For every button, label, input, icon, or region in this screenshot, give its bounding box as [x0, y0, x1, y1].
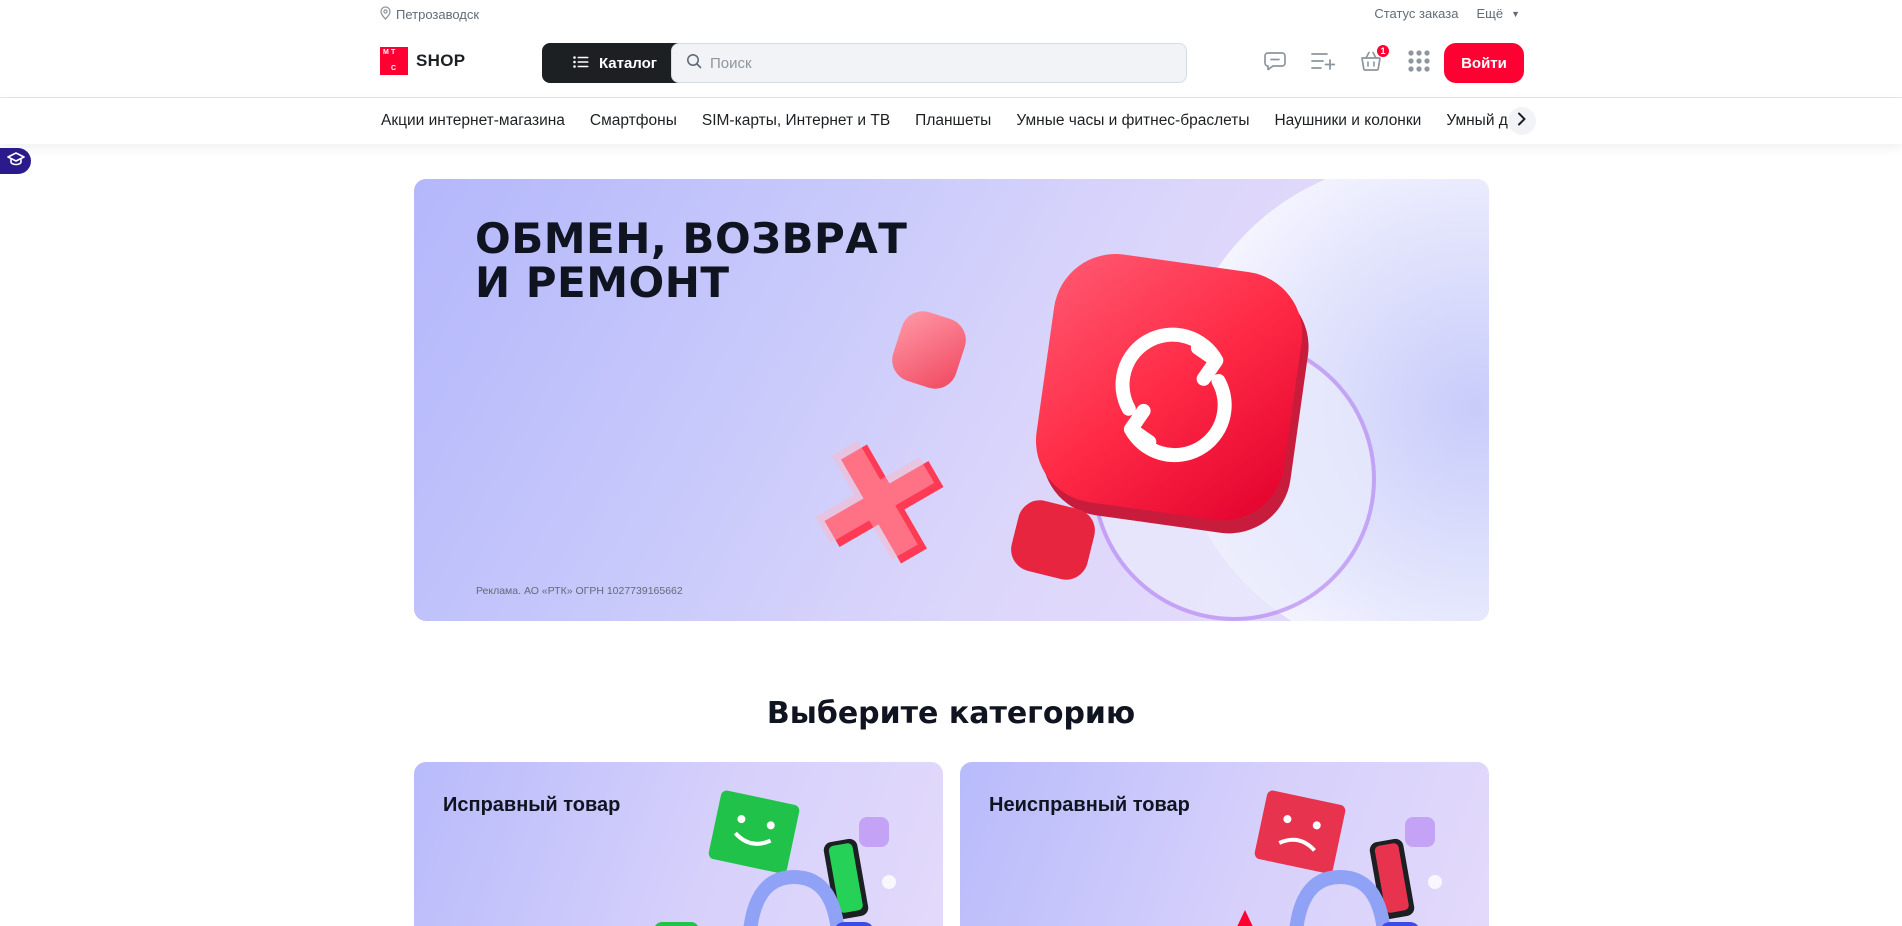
- logo-letter-m: М: [383, 49, 389, 56]
- nav-item-headphones-speakers[interactable]: Наушники и колонки: [1274, 112, 1421, 130]
- cart-count-badge: 1: [1376, 44, 1390, 58]
- apps-grid-icon: [1408, 49, 1430, 77]
- top-bar: Петрозаводск Статус заказа Ещё ▼: [0, 0, 1902, 28]
- logo-text: SHOP: [416, 51, 466, 70]
- cart-button[interactable]: 1: [1358, 44, 1390, 76]
- graduation-cap-icon: [6, 151, 25, 171]
- catalog-button[interactable]: Каталог: [542, 43, 688, 83]
- card-title: Неисправный товар: [989, 794, 1190, 816]
- nav-scroll-right-button[interactable]: [1508, 107, 1536, 135]
- login-button[interactable]: Войти: [1444, 43, 1524, 83]
- search-box[interactable]: [671, 43, 1187, 83]
- logo-letter-t: Т: [391, 49, 396, 56]
- order-status-link[interactable]: Статус заказа: [1374, 6, 1458, 21]
- list-icon: [573, 55, 589, 72]
- compare-button[interactable]: [1310, 50, 1336, 76]
- category-nav-list: Акции интернет-магазина Смартфоны SIM-ка…: [381, 98, 1531, 144]
- chat-icon: [1264, 51, 1286, 76]
- mts-shop-logo[interactable]: М Т С SHOP: [380, 47, 465, 75]
- section-title: Выберите категорию: [766, 696, 1136, 731]
- nav-item-tablets[interactable]: Планшеты: [915, 112, 991, 130]
- sad-devices-illustration: [1237, 790, 1442, 926]
- list-add-icon: [1311, 52, 1336, 75]
- nav-item-sim-internet-tv[interactable]: SIM-карты, Интернет и ТВ: [702, 112, 890, 130]
- happy-devices-illustration: [655, 790, 896, 926]
- nav-item-smartwatches[interactable]: Умные часы и фитнес-браслеты: [1016, 112, 1249, 130]
- promo-banner[interactable]: ОБМЕН, ВОЗВРАТ И РЕМОНТ Реклама. АО «РТК…: [414, 179, 1489, 621]
- location-pin-icon: [380, 6, 391, 23]
- nav-item-smartphones[interactable]: Смартфоны: [590, 112, 677, 130]
- search-input[interactable]: [710, 54, 1150, 72]
- logo-letter-s: С: [391, 65, 397, 72]
- chevron-right-icon: [1517, 112, 1527, 131]
- category-card-faulty[interactable]: Неисправный товар: [960, 762, 1489, 926]
- apps-button[interactable]: [1406, 49, 1432, 77]
- category-nav: Акции интернет-магазина Смартфоны SIM-ка…: [0, 98, 1902, 144]
- banner-illustration: [815, 179, 1489, 621]
- category-card-working[interactable]: Исправный товар: [414, 762, 943, 926]
- category-cards: Исправный товар Неисправный товар: [414, 762, 1489, 926]
- nav-item-promotions[interactable]: Акции интернет-магазина: [381, 112, 565, 130]
- search-icon: [686, 53, 702, 74]
- catalog-label: Каталог: [598, 54, 658, 72]
- city-name: Петрозаводск: [396, 7, 480, 22]
- more-menu[interactable]: Ещё ▼: [1476, 6, 1520, 21]
- chat-button[interactable]: [1262, 50, 1288, 76]
- mts-logo-icon: М Т С: [380, 47, 408, 75]
- caret-down-icon: ▼: [1511, 8, 1520, 19]
- more-label: Ещё: [1476, 6, 1504, 21]
- card-title: Исправный товар: [443, 794, 621, 816]
- side-widget-tab[interactable]: [0, 148, 31, 174]
- header: М Т С SHOP Каталог Поиск 1 Войти: [0, 28, 1902, 98]
- city-selector[interactable]: Петрозаводск: [380, 6, 479, 23]
